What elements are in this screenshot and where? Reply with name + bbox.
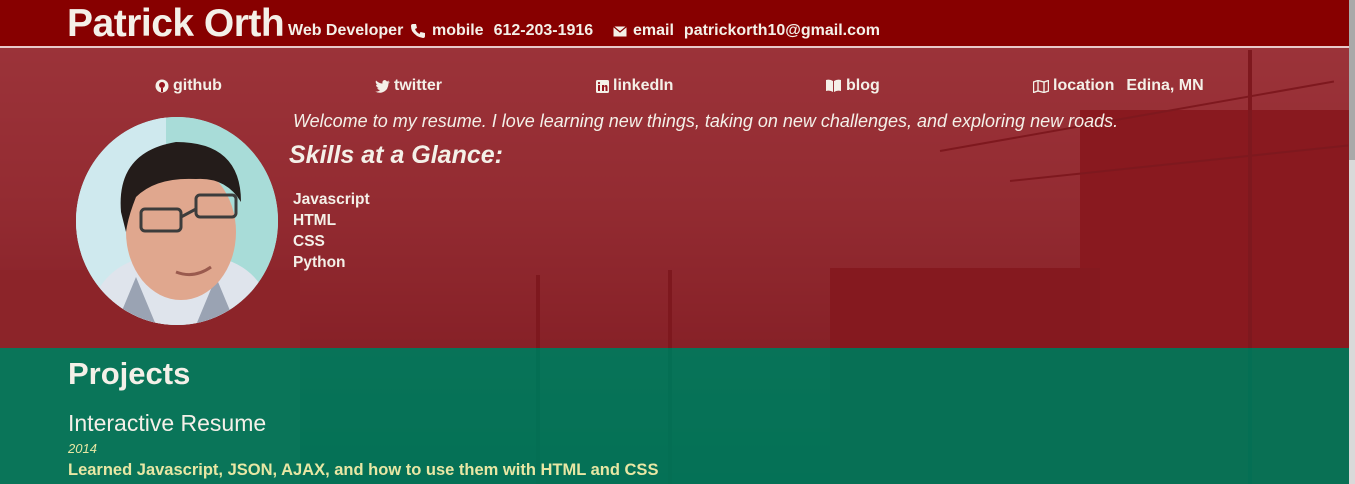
welcome-text: Welcome to my resume. I love learning ne…	[293, 111, 1119, 131]
social-links-row: github twitter linkedIn blog location Ed…	[0, 77, 1349, 97]
email-contact[interactable]: email patrickorth10@gmail.com	[613, 22, 880, 40]
page-scrollbar[interactable]	[1349, 0, 1355, 484]
skill-item: HTML	[293, 212, 337, 229]
skill-item: Javascript	[293, 191, 370, 208]
location-value: Edina, MN	[1126, 77, 1204, 94]
skill-item: CSS	[293, 233, 325, 250]
email-value: patrickorth10@gmail.com	[683, 22, 881, 39]
intro-section: github twitter linkedIn blog location Ed…	[0, 48, 1349, 348]
twitter-label: twitter	[394, 77, 442, 94]
linkedin-link[interactable]: linkedIn	[596, 77, 673, 95]
location-info: location Edina, MN	[1033, 77, 1204, 95]
skill-item: Python	[293, 254, 346, 271]
github-label: github	[173, 77, 222, 94]
twitter-icon	[375, 79, 390, 93]
project-title[interactable]: Interactive Resume	[68, 410, 266, 437]
projects-heading: Projects	[68, 356, 191, 391]
skills-heading: Skills at a Glance:	[289, 141, 503, 169]
phone-icon	[410, 23, 426, 39]
email-label: email	[633, 22, 674, 39]
twitter-link[interactable]: twitter	[375, 77, 442, 95]
blog-label: blog	[846, 77, 880, 94]
location-label: location	[1053, 77, 1115, 94]
skills-list: Javascript HTML CSS Python	[293, 189, 370, 273]
projects-section: Projects Interactive Resume 2014 Learned…	[0, 348, 1349, 484]
project-description: Learned Javascript, JSON, AJAX, and how …	[68, 461, 659, 479]
header-bar: Patrick Orth Web Developer mobile 612-20…	[0, 0, 1349, 48]
linkedin-label: linkedIn	[613, 77, 674, 94]
profile-photo	[76, 117, 278, 325]
github-icon	[155, 79, 169, 93]
mail-icon	[613, 25, 627, 37]
github-link[interactable]: github	[155, 77, 222, 95]
role-subtitle: Web Developer	[288, 22, 404, 39]
project-date: 2014	[68, 441, 97, 456]
blog-link[interactable]: blog	[825, 77, 880, 95]
scrollbar-thumb[interactable]	[1349, 0, 1355, 160]
map-icon	[1033, 79, 1049, 93]
book-icon	[825, 79, 842, 93]
name-title: Patrick Orth	[67, 2, 285, 45]
mobile-label: mobile	[432, 22, 484, 39]
mobile-contact[interactable]: mobile 612-203-1916	[410, 22, 593, 40]
linkedin-icon	[596, 79, 609, 93]
mobile-value: 612-203-1916	[493, 22, 594, 39]
